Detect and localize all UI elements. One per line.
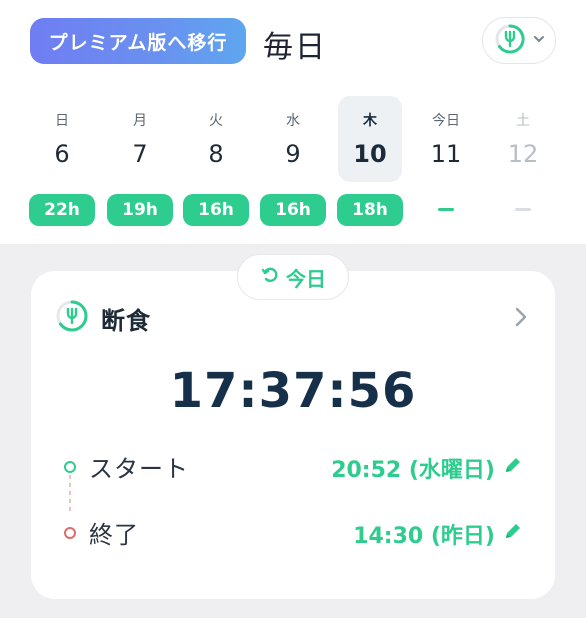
fork-ring-icon bbox=[55, 299, 89, 337]
fast-hours-badge: 19h bbox=[107, 194, 173, 226]
timeline-connector bbox=[69, 475, 71, 511]
premium-upgrade-button[interactable]: プレミアム版へ移行 bbox=[30, 18, 246, 64]
day-sun[interactable]: 日 6 22h bbox=[29, 94, 95, 234]
day-of-week: 日 bbox=[55, 113, 69, 129]
card-header: 断食 bbox=[55, 299, 151, 337]
plan-selector-button[interactable] bbox=[482, 17, 556, 64]
fasting-card[interactable]: 断食 17:37:56 スタート 20:52 (水曜日) 終了 14:30 (昨… bbox=[31, 271, 555, 599]
card-title: 断食 bbox=[101, 306, 151, 335]
start-dot bbox=[64, 461, 76, 473]
day-of-week: 木 bbox=[363, 113, 377, 129]
day-of-week: 水 bbox=[286, 113, 300, 129]
header-area: プレミアム版へ移行 毎日 日 6 22h 月 7 19h 火 8 16h 水 9… bbox=[0, 0, 586, 244]
chevron-right-icon[interactable] bbox=[513, 305, 529, 333]
day-of-week: 今日 bbox=[432, 113, 460, 129]
start-row: スタート 20:52 (水曜日) bbox=[31, 449, 555, 485]
day-number: 12 bbox=[507, 140, 539, 168]
day-today[interactable]: 今日 11 bbox=[414, 94, 478, 234]
day-mon[interactable]: 月 7 19h bbox=[107, 94, 173, 234]
day-number: 8 bbox=[208, 140, 224, 168]
end-time[interactable]: 14:30 (昨日) bbox=[353, 518, 495, 550]
fork-ring-icon bbox=[493, 22, 527, 60]
today-button[interactable]: 今日 bbox=[237, 254, 349, 300]
day-of-week: 火 bbox=[209, 113, 223, 129]
day-sat[interactable]: 土 12 bbox=[491, 94, 555, 234]
edit-pencil-icon[interactable] bbox=[503, 455, 523, 479]
day-wed[interactable]: 水 9 16h bbox=[260, 94, 326, 234]
selected-day-highlight bbox=[338, 96, 402, 182]
chevron-down-icon bbox=[533, 33, 545, 49]
fast-hours-badge: 16h bbox=[260, 194, 326, 226]
no-data-dash bbox=[438, 208, 454, 211]
day-number: 10 bbox=[353, 140, 387, 168]
day-tue[interactable]: 火 8 16h bbox=[183, 94, 249, 234]
end-row: 終了 14:30 (昨日) bbox=[31, 515, 555, 551]
no-data-dash bbox=[515, 208, 531, 211]
fast-hours-badge: 22h bbox=[29, 194, 95, 226]
week-strip: 日 6 22h 月 7 19h 火 8 16h 水 9 16h 木 10 18h… bbox=[26, 94, 562, 234]
end-label: 終了 bbox=[89, 521, 139, 549]
frequency-title: 毎日 bbox=[263, 30, 327, 65]
day-thu-selected[interactable]: 木 10 18h bbox=[337, 94, 403, 234]
day-of-week: 土 bbox=[516, 113, 530, 129]
start-time[interactable]: 20:52 (水曜日) bbox=[331, 452, 495, 484]
return-icon bbox=[260, 265, 280, 290]
today-label: 今日 bbox=[286, 266, 326, 291]
day-number: 11 bbox=[430, 140, 462, 168]
elapsed-timer: 17:37:56 bbox=[169, 363, 417, 419]
day-number: 9 bbox=[285, 140, 301, 168]
fast-hours-badge: 18h bbox=[337, 194, 403, 226]
day-number: 7 bbox=[132, 140, 148, 168]
day-number: 6 bbox=[54, 140, 70, 168]
fast-hours-badge: 16h bbox=[183, 194, 249, 226]
day-of-week: 月 bbox=[133, 113, 147, 129]
start-label: スタート bbox=[89, 455, 189, 483]
edit-pencil-icon[interactable] bbox=[503, 521, 523, 545]
end-dot bbox=[64, 527, 76, 539]
